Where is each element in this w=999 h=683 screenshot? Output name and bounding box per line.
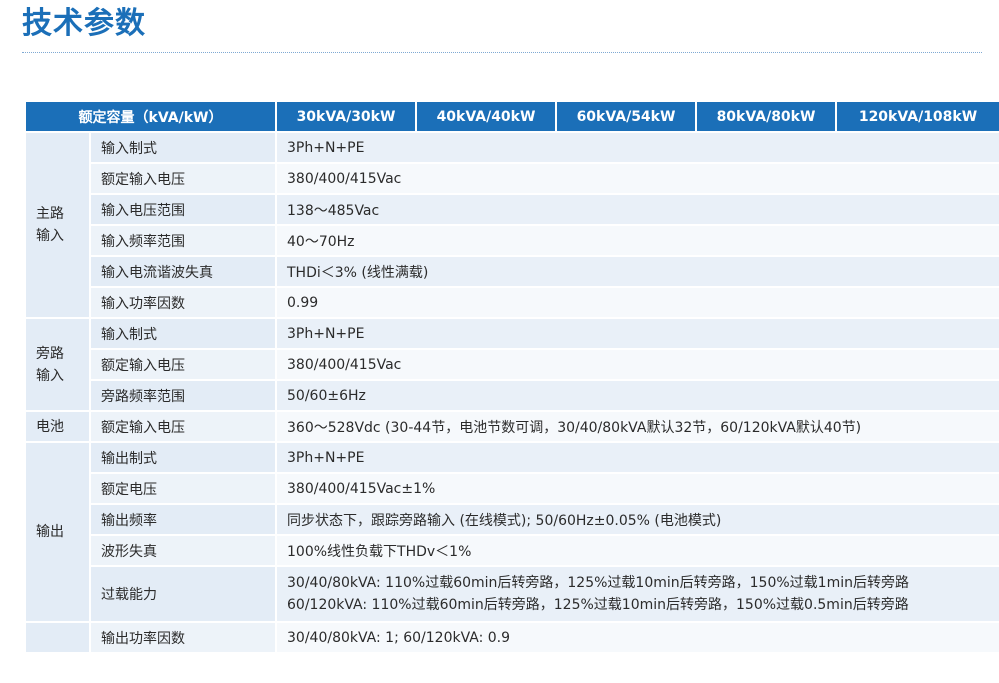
param-name: 额定电压 [89, 472, 277, 505]
param-name: 输出频率 [89, 503, 277, 536]
param-value: 30/40/80kVA: 1; 60/120kVA: 0.9 [275, 621, 999, 654]
group-label: 输入 [36, 367, 64, 384]
group-label: 旁路 [36, 345, 64, 362]
group-main-input: 主路 输入 [24, 131, 91, 319]
model-header: 30kVA/30kW [275, 100, 417, 133]
table-row: 输入电流谐波失真 THDi＜3% (线性满载) [25, 255, 999, 288]
spec-table: 额定容量（kVA/kW） 30kVA/30kW 40kVA/40kW 60kVA… [24, 100, 999, 654]
param-value: 3Ph+N+PE [275, 131, 999, 164]
param-name: 旁路频率范围 [89, 379, 277, 412]
param-name: 输出制式 [89, 441, 277, 474]
param-value: 同步状态下，跟踪旁路输入 (在线模式); 50/60Hz±0.05% (电池模式… [275, 503, 999, 536]
param-value: 3Ph+N+PE [275, 441, 999, 474]
param-value: 380/400/415Vac [275, 348, 999, 381]
model-header: 120kVA/108kW [835, 100, 999, 133]
group-battery: 电池 [24, 410, 91, 443]
param-name: 输入电压范围 [89, 193, 277, 226]
param-name: 输出功率因数 [89, 621, 277, 654]
group-continued [24, 621, 91, 654]
param-value: 40～70Hz [275, 224, 999, 257]
group-bypass-input: 旁路 输入 [24, 317, 91, 412]
param-name: 输入制式 [89, 317, 277, 350]
table-row: 额定电压 380/400/415Vac±1% [25, 472, 999, 505]
param-name: 输入频率范围 [89, 224, 277, 257]
param-name: 输入功率因数 [89, 286, 277, 319]
model-header: 80kVA/80kW [695, 100, 837, 133]
param-value: 100%线性负载下THDv＜1% [275, 534, 999, 567]
param-value: THDi＜3% (线性满载) [275, 255, 999, 288]
param-value: 380/400/415Vac±1% [275, 472, 999, 505]
table-row: 额定输入电压 380/400/415Vac [25, 162, 999, 195]
table-row: 旁路 输入 输入制式 3Ph+N+PE [24, 317, 999, 412]
param-name: 波形失真 [89, 534, 277, 567]
param-value: 50/60±6Hz [275, 379, 999, 412]
overload-line: 30/40/80kVA: 110%过载60min后转旁路，125%过载10min… [287, 575, 909, 591]
table-row: 输出功率因数 30/40/80kVA: 1; 60/120kVA: 0.9 [24, 621, 999, 654]
table-row: 输入功率因数 0.99 [25, 286, 999, 319]
model-header: 60kVA/54kW [555, 100, 697, 133]
param-name: 输入制式 [89, 131, 277, 164]
table-row: 额定输入电压 380/400/415Vac [25, 348, 999, 381]
param-name: 输入电流谐波失真 [89, 255, 277, 288]
table-row: 波形失真 100%线性负载下THDv＜1% [25, 534, 999, 567]
param-name: 额定输入电压 [89, 348, 277, 381]
param-value: 30/40/80kVA: 110%过载60min后转旁路，125%过载10min… [275, 565, 999, 623]
rated-capacity-header: 额定容量（kVA/kW） [24, 100, 277, 133]
model-header: 40kVA/40kW [415, 100, 557, 133]
table-header-row: 额定容量（kVA/kW） 30kVA/30kW 40kVA/40kW 60kVA… [24, 100, 999, 133]
table-row: 输出频率 同步状态下，跟踪旁路输入 (在线模式); 50/60Hz±0.05% … [25, 503, 999, 536]
table-row: 过载能力 30/40/80kVA: 110%过载60min后转旁路，125%过载… [25, 565, 999, 623]
title-divider [22, 52, 982, 53]
param-name: 过载能力 [89, 565, 277, 623]
group-label: 输入 [36, 228, 64, 244]
table-row: 旁路频率范围 50/60±6Hz [25, 379, 999, 412]
table-row: 主路 输入 输入制式 3Ph+N+PE [24, 131, 999, 319]
param-name: 额定输入电压 [89, 162, 277, 195]
table-row: 输出 输出制式 3Ph+N+PE [24, 441, 999, 623]
table-row: 输入频率范围 40～70Hz [25, 224, 999, 257]
param-value: 0.99 [275, 286, 999, 319]
table-row: 电池 额定输入电压 360～528Vdc (30-44节，电池节数可调，30/4… [24, 410, 999, 443]
page-title: 技术参数 [22, 6, 146, 41]
table-row: 输入电压范围 138～485Vac [25, 193, 999, 226]
param-value: 380/400/415Vac [275, 162, 999, 195]
param-value: 138～485Vac [275, 193, 999, 226]
group-label: 主路 [36, 206, 64, 222]
param-name: 额定输入电压 [89, 410, 277, 443]
param-value: 3Ph+N+PE [275, 317, 999, 350]
group-output: 输出 [24, 441, 91, 623]
overload-line: 60/120kVA: 110%过载60min后转旁路，125%过载10min后转… [287, 597, 909, 613]
param-value: 360～528Vdc (30-44节，电池节数可调，30/40/80kVA默认3… [275, 410, 999, 443]
